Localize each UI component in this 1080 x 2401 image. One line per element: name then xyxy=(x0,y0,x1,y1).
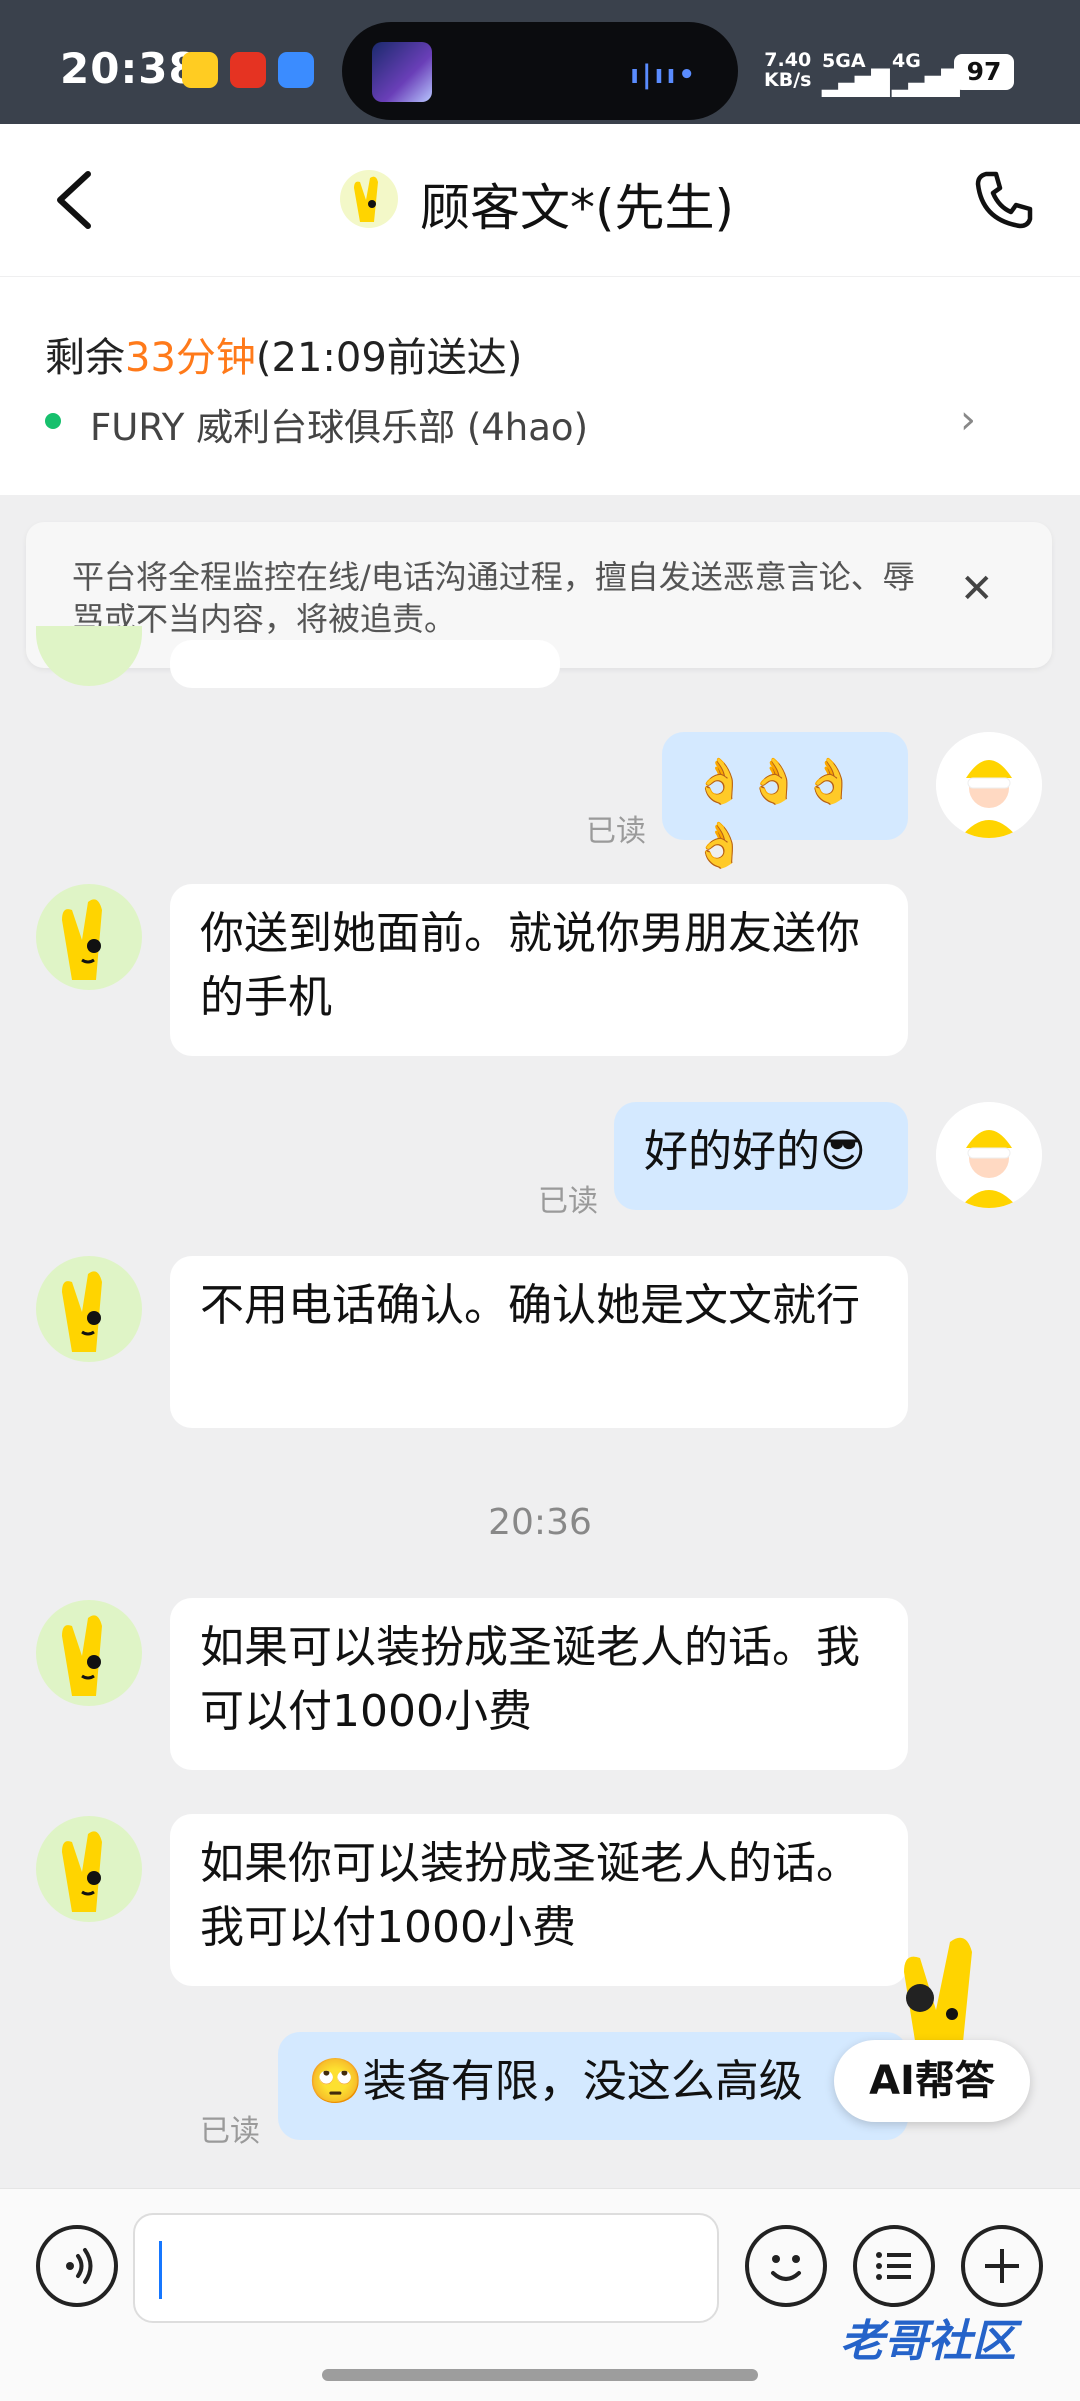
message-bubble-partial xyxy=(170,640,560,688)
signal-bars-icon: ▂▄▆█ xyxy=(892,69,960,97)
courier-avatar xyxy=(936,732,1042,838)
customer-avatar xyxy=(36,1256,142,1362)
customer-avatar xyxy=(36,884,142,990)
page-title: 顾客文*(先生) xyxy=(420,179,735,237)
message-bubble-incoming[interactable]: 如果可以装扮成圣诞老人的话。我可以付1000小费 xyxy=(170,1598,908,1770)
phone-icon[interactable] xyxy=(972,168,1036,232)
signal-5ga: 5GA ▂▄▆█ xyxy=(822,50,890,97)
chat-timestamp: 20:36 xyxy=(488,1502,592,1543)
watermark-logo: 老哥社区 xyxy=(840,2316,1016,2367)
signal-bars-icon: ▂▄▆█ xyxy=(822,69,890,97)
status-dot xyxy=(45,413,61,429)
app-notification-icon xyxy=(230,52,266,88)
chat-header: 顾客文*(先生) xyxy=(0,124,1080,276)
net-speed-value: 7.40 xyxy=(764,49,812,71)
quick-phrases-icon[interactable] xyxy=(853,2225,935,2307)
customer-avatar xyxy=(36,1600,142,1706)
audio-wave-icon: ı|ıı• xyxy=(630,60,698,90)
net-speed: 7.40 KB/s xyxy=(764,50,811,90)
message-bubble-outgoing[interactable]: 好的好的😎 xyxy=(614,1102,908,1210)
app-notification-icon xyxy=(182,52,218,88)
media-thumbnail xyxy=(372,42,432,102)
message-input[interactable] xyxy=(133,2213,719,2323)
signal-4g: 4G ▂▄▆█ xyxy=(892,50,960,97)
plus-icon[interactable] xyxy=(961,2225,1043,2307)
store-name: FURY 威利台球俱乐部 (4hao) xyxy=(90,406,589,449)
battery-indicator: 97 xyxy=(954,54,1014,90)
chevron-right-icon[interactable]: › xyxy=(960,397,976,443)
customer-avatar xyxy=(36,626,142,686)
customer-avatar xyxy=(36,1816,142,1922)
read-receipt: 已读 xyxy=(200,2114,260,2149)
chevron-left-icon[interactable] xyxy=(48,168,102,232)
net-speed-unit: KB/s xyxy=(764,69,812,91)
emoji-icon[interactable] xyxy=(745,2225,827,2307)
read-receipt: 已读 xyxy=(538,1184,598,1219)
message-bubble-outgoing[interactable]: 👌👌👌👌 xyxy=(662,732,908,871)
delivery-eta: 剩余33分钟(21:09前送达) xyxy=(45,335,523,381)
order-info-card[interactable]: 剩余33分钟(21:09前送达) FURY 威利台球俱乐部 (4hao) › xyxy=(0,277,1080,495)
baidu-notification-icon xyxy=(278,52,314,88)
status-time: 20:38 xyxy=(60,44,199,93)
courier-avatar xyxy=(936,1102,1042,1208)
home-indicator[interactable] xyxy=(322,2369,758,2381)
text-caret xyxy=(159,2241,162,2299)
customer-avatar xyxy=(340,170,398,228)
notice-text: 平台将全程监控在线/电话沟通过程，擅自发送恶意言论、辱骂或不当内容，将被追责。 xyxy=(72,558,915,638)
message-bubble-outgoing[interactable]: 🙄装备有限，没这么高级 xyxy=(278,2032,908,2140)
ai-reply-button[interactable]: AI帮答 xyxy=(834,2040,1030,2122)
read-receipt: 已读 xyxy=(586,814,646,849)
message-bubble-incoming[interactable]: 不用电话确认。确认她是文文就行 xyxy=(170,1256,908,1428)
close-icon[interactable]: ✕ xyxy=(960,566,994,612)
eta-minutes: 33分钟 xyxy=(125,335,256,381)
voice-input-icon[interactable] xyxy=(36,2225,118,2307)
status-bar: 20:38 ı|ıı• 7.40 KB/s 5GA ▂▄▆█ 4G ▂▄▆█ 9… xyxy=(0,0,1080,124)
message-bubble-incoming[interactable]: 如果你可以装扮成圣诞老人的话。我可以付1000小费 xyxy=(170,1814,908,1986)
input-bar: 老哥社区 xyxy=(0,2188,1080,2401)
dynamic-island[interactable]: ı|ıı• xyxy=(342,22,738,120)
message-bubble-incoming[interactable]: 你送到她面前。就说你男朋友送你的手机 xyxy=(170,884,908,1056)
